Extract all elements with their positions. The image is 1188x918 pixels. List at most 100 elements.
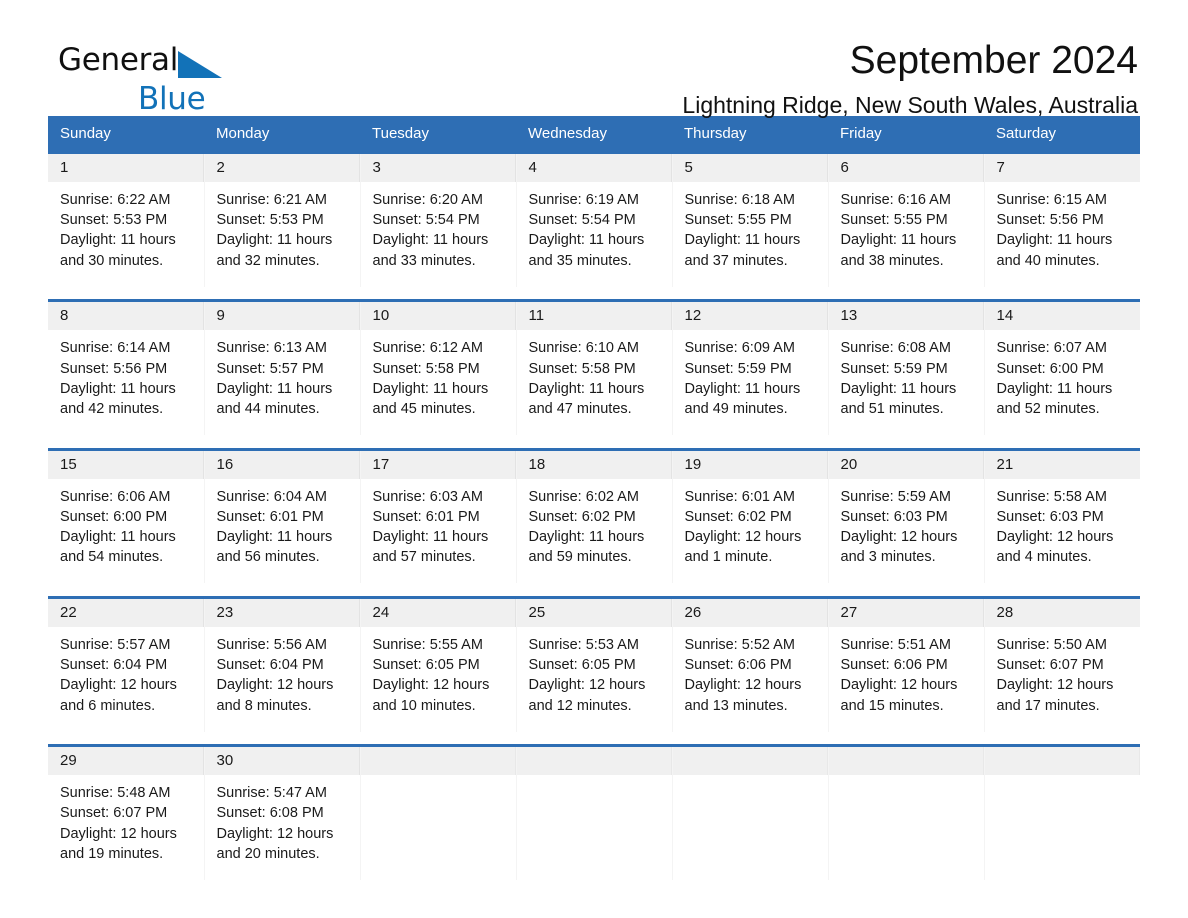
day-number: 26: [672, 598, 828, 627]
weekday-header-tuesday: Tuesday: [360, 116, 516, 153]
day-details: Sunrise: 6:21 AM Sunset: 5:53 PM Daylight:…: [205, 182, 360, 287]
sunset-text: Sunset: 6:06 PM: [840, 657, 948, 674]
brand-logo[interactable]: General Blue: [58, 42, 288, 116]
sunset-text: Sunset: 6:02 PM: [684, 508, 792, 525]
sunset-text: Sunset: 5:55 PM: [684, 212, 792, 229]
sunrise-text: Sunrise: 6:19 AM: [528, 192, 639, 208]
calendar-day-cell[interactable]: 7 Sunrise: 6:15 AM Sunset: 5:56 PM Daylight…: [984, 152, 1141, 287]
sunset-text: Sunset: 6:00 PM: [996, 360, 1104, 377]
sunrise-text: Sunrise: 6:09 AM: [684, 340, 795, 357]
day-number: 4: [516, 154, 672, 182]
day-number: 11: [516, 302, 672, 331]
calendar-day-cell[interactable]: 15 Sunrise: 6:06 AM Sunset: 6:00 PM Dayligh…: [48, 449, 205, 584]
calendar-day-cell[interactable]: 4 Sunrise: 6:19 AM Sunset: 5:54 PM Daylight…: [516, 152, 673, 287]
week-spacer: [48, 731, 1140, 746]
brand-name-blue: Blue: [138, 81, 206, 117]
calendar-day-cell[interactable]: 21 Sunrise: 5:58 AM Sunset: 6:03 PM Dayligh…: [984, 449, 1140, 584]
calendar-day-cell[interactable]: 17 Sunrise: 6:03 AM Sunset: 6:01 PM Dayligh…: [360, 449, 517, 584]
day-details: Sunrise: 6:22 AM Sunset: 5:53 PM Daylight:…: [48, 182, 204, 287]
sunrise-text: Sunrise: 6:08 AM: [840, 340, 951, 357]
calendar-day-cell[interactable]: 5 Sunrise: 6:18 AM Sunset: 5:55 PM Daylight…: [672, 152, 829, 287]
calendar-day-cell[interactable]: 8 Sunrise: 6:14 AM Sunset: 5:56 PM Daylight…: [48, 300, 205, 436]
daylight-text: Daylight: 11 hours and 44 minutes.: [216, 380, 333, 417]
sunset-text: Sunset: 6:08 PM: [216, 805, 324, 822]
weekday-header-monday: Monday: [204, 116, 360, 153]
daylight-text: Daylight: 12 hours and 20 minutes.: [216, 825, 334, 862]
sunrise-text: Sunrise: 6:01 AM: [684, 488, 795, 505]
sunset-text: Sunset: 6:05 PM: [372, 657, 480, 674]
day-details: Sunrise: 5:59 AM Sunset: 6:03 PM Daylight:…: [829, 479, 984, 584]
daylight-text: Daylight: 12 hours and 19 minutes.: [60, 825, 177, 862]
sunrise-text: Sunrise: 5:52 AM: [684, 636, 795, 653]
calendar-day-cell[interactable]: 25 Sunrise: 5:53 AM Sunset: 6:05 PM Dayligh…: [516, 597, 673, 732]
calendar-day-cell[interactable]: 16 Sunrise: 6:04 AM Sunset: 6:01 PM Dayligh…: [204, 449, 361, 584]
sunrise-text: Sunrise: 5:55 AM: [372, 636, 483, 653]
day-number: 23: [204, 598, 360, 627]
calendar-day-cell[interactable]: 29 Sunrise: 5:48 AM Sunset: 6:07 PM Dayligh…: [48, 745, 205, 881]
week-spacer-cell: [48, 286, 1140, 301]
calendar-day-cell[interactable]: 12 Sunrise: 6:09 AM Sunset: 5:59 PM Dayligh…: [672, 300, 829, 436]
week-spacer: [48, 286, 1140, 301]
calendar-day-cell[interactable]: 11 Sunrise: 6:10 AM Sunset: 5:58 PM Dayligh…: [516, 300, 673, 436]
day-number: 28: [984, 598, 1140, 627]
day-number: 29: [48, 747, 204, 776]
day-number: 12: [672, 302, 828, 331]
calendar-day-cell[interactable]: 18 Sunrise: 6:02 AM Sunset: 6:02 PM Dayligh…: [516, 449, 673, 584]
daylight-text: Daylight: 11 hours and 51 minutes.: [840, 380, 957, 417]
sunset-text: Sunset: 5:53 PM: [216, 212, 324, 229]
calendar-day-cell[interactable]: 13 Sunrise: 6:08 AM Sunset: 5:59 PM Dayligh…: [828, 300, 985, 436]
calendar-day-cell[interactable]: 26 Sunrise: 5:52 AM Sunset: 6:06 PM Dayligh…: [672, 597, 829, 732]
day-details: Sunrise: 6:07 AM Sunset: 6:00 PM Daylight:…: [985, 330, 1141, 435]
daylight-text: Daylight: 12 hours and 12 minutes.: [528, 677, 646, 714]
day-number: [984, 747, 1140, 776]
calendar-day-cell[interactable]: 2 Sunrise: 6:21 AM Sunset: 5:53 PM Daylight…: [204, 152, 361, 287]
calendar-day-cell[interactable]: 24 Sunrise: 5:55 AM Sunset: 6:05 PM Dayligh…: [360, 597, 517, 732]
day-number: 20: [828, 450, 984, 479]
calendar-day-cell[interactable]: 14 Sunrise: 6:07 AM Sunset: 6:00 PM Dayligh…: [984, 300, 1141, 436]
sunset-text: Sunset: 5:55 PM: [840, 212, 948, 229]
calendar-day-cell[interactable]: 1 Sunrise: 6:22 AM Sunset: 5:53 PM Daylight…: [48, 152, 205, 287]
brand-name-general: General: [58, 42, 179, 78]
sunset-text: Sunset: 6:00 PM: [60, 508, 168, 525]
day-details: Sunrise: 5:51 AM Sunset: 6:06 PM Daylight:…: [829, 627, 984, 732]
weekday-header-sunday: Sunday: [48, 116, 204, 153]
calendar-week-row: 22 Sunrise: 5:57 AM Sunset: 6:04 PM Dayligh…: [48, 597, 1140, 732]
calendar-day-cell[interactable]: 19 Sunrise: 6:01 AM Sunset: 6:02 PM Dayligh…: [672, 449, 829, 584]
calendar-week-row: 15 Sunrise: 6:06 AM Sunset: 6:00 PM Dayligh…: [48, 449, 1140, 584]
day-details: Sunrise: 6:12 AM Sunset: 5:58 PM Daylight:…: [361, 330, 516, 435]
calendar-day-cell[interactable]: 28 Sunrise: 5:50 AM Sunset: 6:07 PM Dayligh…: [984, 597, 1140, 732]
calendar-day-cell[interactable]: 22 Sunrise: 5:57 AM Sunset: 6:04 PM Dayligh…: [48, 597, 205, 732]
sunrise-text: Sunrise: 6:20 AM: [372, 192, 483, 208]
day-number: 18: [516, 450, 672, 479]
calendar-page: General Blue September 2024 Lightning Ri…: [0, 0, 1188, 918]
day-number: 17: [360, 450, 516, 479]
day-details: Sunrise: 6:08 AM Sunset: 5:59 PM Daylight:…: [829, 330, 984, 435]
sunset-text: Sunset: 6:01 PM: [216, 508, 324, 525]
sunset-text: Sunset: 5:56 PM: [60, 360, 168, 377]
calendar-day-cell[interactable]: 30 Sunrise: 5:47 AM Sunset: 6:08 PM Dayligh…: [204, 745, 361, 881]
day-details: Sunrise: 6:15 AM Sunset: 5:56 PM Daylight:…: [985, 182, 1141, 287]
daylight-text: Daylight: 11 hours and 40 minutes.: [996, 232, 1113, 269]
sunset-text: Sunset: 5:54 PM: [528, 212, 636, 229]
sunrise-text: Sunrise: 6:13 AM: [216, 340, 327, 357]
day-details: [673, 775, 828, 799]
sunset-text: Sunset: 5:57 PM: [216, 360, 324, 377]
daylight-text: Daylight: 11 hours and 59 minutes.: [528, 529, 645, 566]
day-number: 21: [984, 450, 1140, 479]
calendar-day-cell[interactable]: 10 Sunrise: 6:12 AM Sunset: 5:58 PM Dayligh…: [360, 300, 517, 436]
weekday-header-thursday: Thursday: [672, 116, 828, 153]
sunset-text: Sunset: 5:54 PM: [372, 212, 480, 229]
calendar-day-cell[interactable]: 27 Sunrise: 5:51 AM Sunset: 6:06 PM Dayligh…: [828, 597, 985, 732]
calendar-day-cell[interactable]: 6 Sunrise: 6:16 AM Sunset: 5:55 PM Daylight…: [828, 152, 985, 287]
calendar-day-cell[interactable]: 9 Sunrise: 6:13 AM Sunset: 5:57 PM Daylight…: [204, 300, 361, 436]
calendar-empty-cell: [828, 745, 985, 881]
sunrise-text: Sunrise: 5:47 AM: [216, 785, 327, 802]
week-spacer-cell: [48, 435, 1140, 450]
day-details: Sunrise: 6:18 AM Sunset: 5:55 PM Daylight:…: [673, 182, 828, 287]
daylight-text: Daylight: 11 hours and 38 minutes.: [840, 232, 957, 269]
sunset-text: Sunset: 5:53 PM: [60, 212, 168, 229]
calendar-day-cell[interactable]: 3 Sunrise: 6:20 AM Sunset: 5:54 PM Daylight…: [360, 152, 517, 287]
calendar-day-cell[interactable]: 20 Sunrise: 5:59 AM Sunset: 6:03 PM Dayligh…: [828, 449, 985, 584]
calendar-body: 1 Sunrise: 6:22 AM Sunset: 5:53 PM Daylight…: [48, 152, 1141, 881]
calendar-day-cell[interactable]: 23 Sunrise: 5:56 AM Sunset: 6:04 PM Dayligh…: [204, 597, 361, 732]
